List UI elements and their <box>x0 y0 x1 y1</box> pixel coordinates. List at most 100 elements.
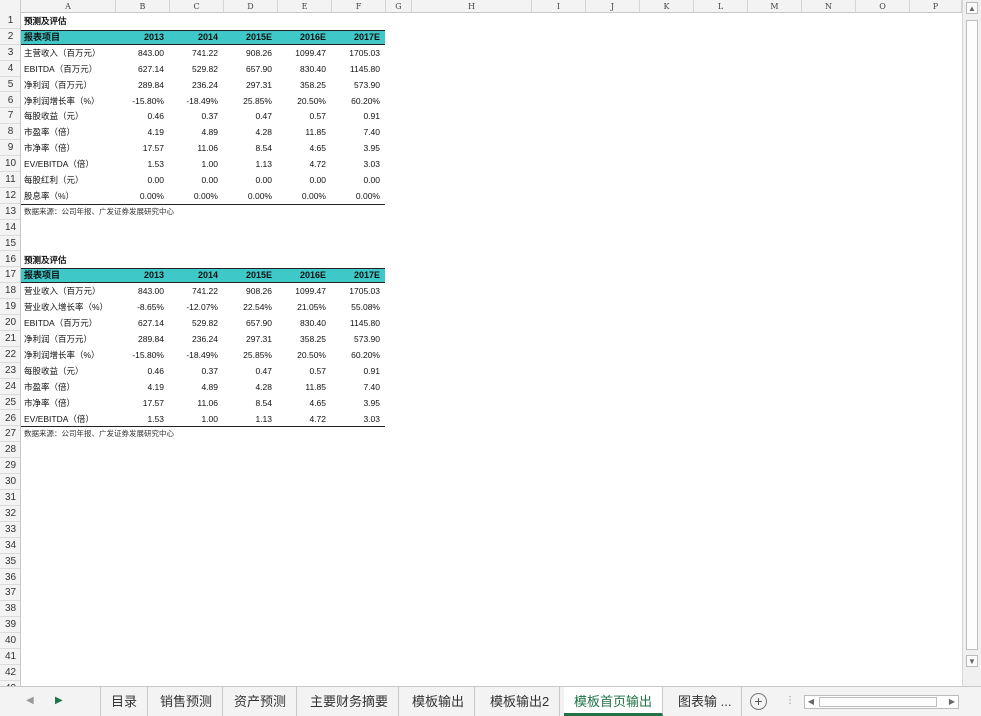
row-header[interactable]: 41 <box>0 649 20 665</box>
row-header[interactable]: 20 <box>0 315 20 331</box>
scroll-right-icon[interactable]: ▶ <box>946 696 958 708</box>
row-header[interactable]: 29 <box>0 458 20 475</box>
column-header[interactable]: G <box>386 0 412 13</box>
row-header[interactable]: 36 <box>0 570 20 586</box>
row-header[interactable]: 34 <box>0 538 20 554</box>
source-note: 数据来源：公司年报、广发证券发展研究中心 <box>24 206 174 216</box>
row-header[interactable]: 31 <box>0 490 20 506</box>
data-cell: 0.47 <box>255 365 272 376</box>
sheet-tab[interactable]: 主要财务摘要 <box>300 687 400 716</box>
data-cell: 0.46 <box>147 111 164 122</box>
scroll-up-icon[interactable]: ▲ <box>966 2 978 14</box>
column-label: 2016E <box>299 270 326 281</box>
sheet-tab[interactable]: 模板输出2 <box>480 687 561 716</box>
source-note: 数据来源：公司年报、广发证券发展研究中心 <box>24 429 174 439</box>
data-cell: 25.85% <box>243 349 272 360</box>
column-header[interactable]: D <box>224 0 278 13</box>
row-header[interactable]: 28 <box>0 442 20 459</box>
data-cell: 0.00 <box>309 175 326 185</box>
data-cell: 0.00% <box>301 190 326 201</box>
column-header[interactable]: M <box>748 0 802 13</box>
row-header[interactable]: 16 <box>0 252 20 268</box>
data-cell: 17.57 <box>142 397 164 408</box>
column-header[interactable]: H <box>412 0 532 13</box>
data-cell: 289.84 <box>138 79 164 90</box>
row-header[interactable]: 9 <box>0 140 20 157</box>
row-header[interactable]: 21 <box>0 331 20 347</box>
sheet-tab[interactable]: 模板首页输出 <box>564 687 664 716</box>
data-cell: 843.00 <box>138 286 164 297</box>
add-sheet-icon[interactable]: + <box>750 693 767 710</box>
data-cell: 20.50% <box>297 95 326 106</box>
row-header[interactable]: 5 <box>0 77 20 93</box>
column-header[interactable]: L <box>694 0 748 13</box>
row-header[interactable]: 10 <box>0 156 20 172</box>
column-header[interactable]: B <box>116 0 170 13</box>
sheet-tab[interactable]: 销售预测 <box>150 687 224 716</box>
row-label: 每股红利（元） <box>24 175 84 185</box>
row-header[interactable]: 15 <box>0 236 20 252</box>
row-header[interactable]: 27 <box>0 426 20 443</box>
row-header[interactable]: 33 <box>0 522 20 538</box>
row-header[interactable]: 19 <box>0 299 20 316</box>
vertical-scroll-thumb[interactable] <box>966 20 978 650</box>
row-header[interactable]: 7 <box>0 108 20 125</box>
prev-sheet-icon[interactable]: ◀ <box>26 695 34 706</box>
scroll-down-icon[interactable]: ▼ <box>966 655 978 667</box>
column-header[interactable]: J <box>586 0 640 13</box>
row-header[interactable]: 11 <box>0 172 20 188</box>
column-header[interactable]: C <box>170 0 224 13</box>
horizontal-scroll-thumb[interactable] <box>819 697 937 707</box>
row-header[interactable]: 40 <box>0 633 20 649</box>
row-header[interactable]: 26 <box>0 411 20 427</box>
row-header[interactable]: 13 <box>0 204 20 220</box>
column-label: 2015E <box>245 31 272 42</box>
column-label: 2017E <box>353 31 380 42</box>
sheet-tab[interactable]: 图表输 ... <box>668 687 743 716</box>
row-header[interactable]: 3 <box>0 45 20 61</box>
vertical-scrollbar[interactable]: ▲ ▼ <box>962 0 981 686</box>
row-header[interactable]: 22 <box>0 347 20 363</box>
column-header[interactable]: P <box>910 0 962 13</box>
column-header[interactable]: A <box>21 0 116 13</box>
select-all-corner[interactable] <box>0 0 21 13</box>
horizontal-scrollbar[interactable]: ◀ ▶ <box>804 695 959 709</box>
tab-split-handle-icon[interactable]: ⋮ <box>785 695 795 706</box>
row-header[interactable]: 38 <box>0 601 20 618</box>
row-header[interactable]: 1 <box>0 13 20 29</box>
sheet-grid[interactable]: 预测及评估 报表项目 2013 2014 2015E 2016E 2017E 主营收入（百万元… <box>21 13 962 686</box>
row-header[interactable]: 12 <box>0 188 20 204</box>
row-header[interactable]: 2 <box>0 29 20 45</box>
row-header[interactable]: 24 <box>0 379 20 395</box>
row-header[interactable]: 6 <box>0 93 20 109</box>
data-cell: 0.37 <box>201 111 218 122</box>
row-header[interactable]: 17 <box>0 267 20 284</box>
column-header[interactable]: O <box>856 0 910 13</box>
row-header[interactable]: 18 <box>0 283 20 300</box>
column-header[interactable]: F <box>332 0 386 13</box>
row-header[interactable]: 23 <box>0 363 20 379</box>
scroll-left-icon[interactable]: ◀ <box>805 696 817 708</box>
row-header[interactable]: 4 <box>0 61 20 77</box>
column-label: 2013 <box>143 270 164 281</box>
column-header[interactable]: E <box>278 0 332 13</box>
row-header[interactable]: 30 <box>0 474 20 490</box>
data-cell: 358.25 <box>300 79 326 90</box>
row-header[interactable]: 14 <box>0 220 20 236</box>
row-header[interactable]: 37 <box>0 585 20 602</box>
column-header[interactable]: K <box>640 0 694 13</box>
row-header[interactable]: 39 <box>0 617 20 634</box>
column-header[interactable]: I <box>532 0 586 13</box>
row-header[interactable]: 42 <box>0 665 20 681</box>
sheet-tab[interactable]: 模板输出 <box>402 687 476 716</box>
row-header[interactable]: 32 <box>0 506 20 522</box>
data-cell: 0.00 <box>201 175 218 185</box>
row-label: EBITDA（百万元） <box>24 318 98 329</box>
row-header[interactable]: 35 <box>0 554 20 570</box>
row-header[interactable]: 25 <box>0 395 20 411</box>
sheet-tab[interactable]: 资产预测 <box>224 687 298 716</box>
sheet-tab[interactable]: 目录 <box>100 687 149 716</box>
row-header[interactable]: 8 <box>0 124 20 141</box>
column-header[interactable]: N <box>802 0 856 13</box>
next-sheet-icon[interactable]: ▶ <box>55 695 63 706</box>
